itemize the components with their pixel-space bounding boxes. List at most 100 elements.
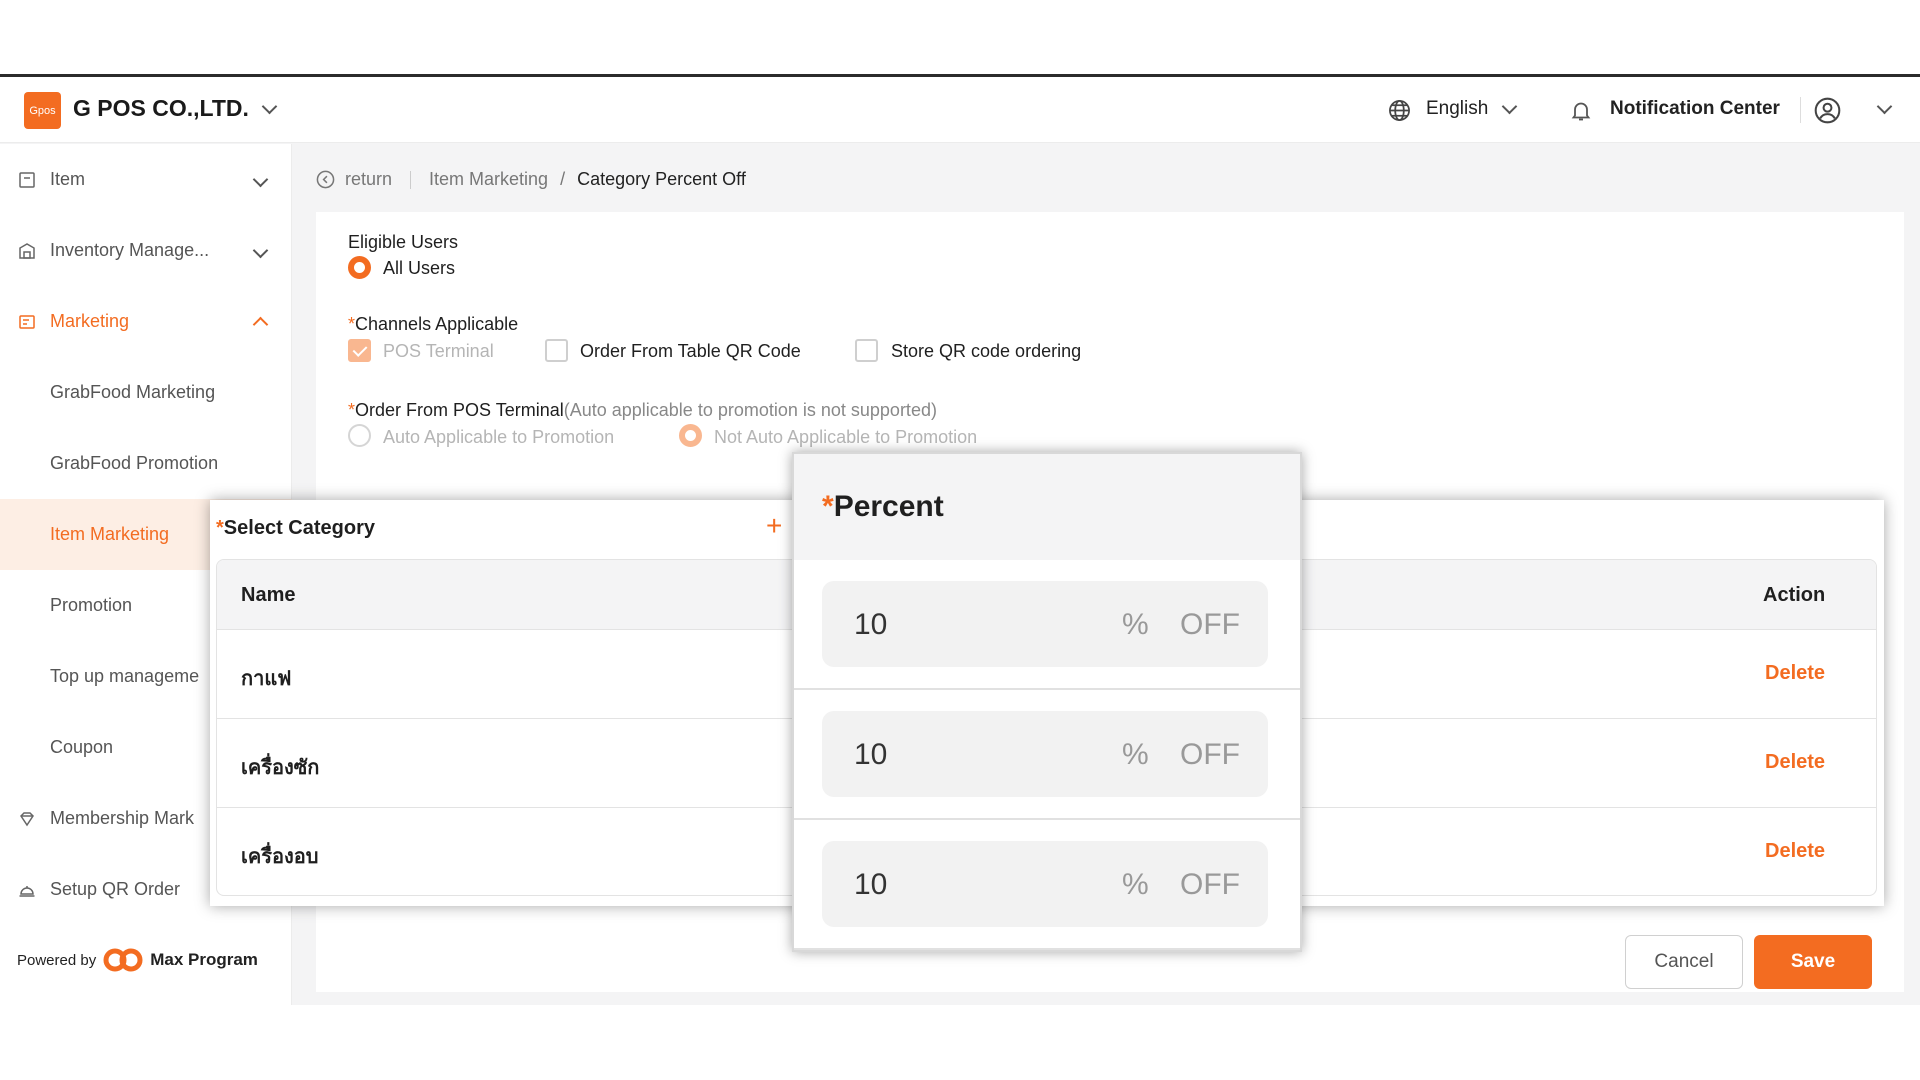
sidebar-item-inventory[interactable]: Inventory Manage... xyxy=(0,215,292,286)
percent-panel: *Percent 10 % OFF 10 % OFF 10 % OFF xyxy=(792,452,1302,952)
table-qr-checkbox[interactable] xyxy=(545,339,568,362)
ticket-icon xyxy=(19,314,35,329)
auto-applicable-radio[interactable] xyxy=(348,424,371,447)
top-header: Gpos G POS CO.,LTD. English Notification… xyxy=(0,77,1920,143)
store-qr-label: Store QR code ordering xyxy=(891,341,1082,361)
powered-by: Powered by Max Program xyxy=(17,946,258,974)
globe-icon[interactable] xyxy=(1388,99,1411,122)
app-window: Gpos G POS CO.,LTD. English Notification… xyxy=(0,77,1920,1005)
select-category-title: *Select Category xyxy=(216,517,375,540)
sidebar-item-label: GrabFood Promotion xyxy=(50,453,219,473)
category-name: กาแฟ xyxy=(241,668,292,690)
percent-row: 10 % OFF xyxy=(794,690,1300,820)
company-name[interactable]: G POS CO.,LTD. xyxy=(73,95,249,122)
sidebar-item-label: Item Marketing xyxy=(50,524,170,544)
gem-icon xyxy=(20,811,34,826)
category-name: เครื่องอบ xyxy=(241,846,319,868)
sidebar-item-label: Setup QR Order xyxy=(50,879,181,899)
column-header-action: Action xyxy=(1763,584,1826,606)
not-auto-applicable-radio[interactable] xyxy=(679,424,702,447)
breadcrumb-parent[interactable]: Item Marketing xyxy=(429,169,548,190)
powered-by-label: Powered by xyxy=(17,951,97,969)
chevron-down-icon xyxy=(252,242,269,259)
company-logo[interactable]: Gpos xyxy=(24,92,61,129)
cancel-button[interactable]: Cancel xyxy=(1625,935,1743,989)
channels-label-text: Channels Applicable xyxy=(355,314,519,334)
save-button[interactable]: Save xyxy=(1754,935,1872,989)
sidebar-item-marketing[interactable]: Marketing xyxy=(0,286,292,357)
sidebar-item-item[interactable]: Item xyxy=(0,144,292,215)
delete-link[interactable]: Delete xyxy=(1765,662,1825,685)
document-icon xyxy=(19,171,35,188)
percent-input[interactable]: 10 % OFF xyxy=(822,841,1268,927)
percent-suffix: OFF xyxy=(1180,738,1240,771)
warehouse-icon xyxy=(19,242,35,259)
user-avatar-icon[interactable] xyxy=(1814,97,1841,124)
pos-terminal-label: POS Terminal xyxy=(383,341,494,361)
sidebar-item-label: Coupon xyxy=(50,737,114,757)
pos-terminal-checkbox[interactable] xyxy=(348,339,371,362)
breadcrumb-divider xyxy=(410,170,412,189)
sidebar-item-grabfood-marketing[interactable]: GrabFood Marketing xyxy=(0,357,292,428)
delete-link[interactable]: Delete xyxy=(1765,840,1825,863)
percent-unit: % xyxy=(1122,608,1149,641)
sidebar-item-label: Marketing xyxy=(50,311,130,331)
max-program-logo-icon xyxy=(103,948,143,972)
table-qr-label: Order From Table QR Code xyxy=(580,341,801,361)
auto-applicable-label: Auto Applicable to Promotion xyxy=(383,427,615,447)
required-mark: * xyxy=(348,314,356,334)
pos-order-label: *Order From POS Terminal(Auto applicable… xyxy=(348,400,937,421)
percent-value: 10 xyxy=(854,608,888,641)
sidebar-item-label: Top up manageme xyxy=(50,666,200,686)
percent-header: *Percent xyxy=(794,454,1300,560)
all-users-radio[interactable] xyxy=(348,256,371,279)
language-selector[interactable]: English xyxy=(1426,98,1488,120)
eligible-users-label: Eligible Users xyxy=(348,232,459,252)
percent-suffix: OFF xyxy=(1180,868,1240,901)
select-category-title-text: Select Category xyxy=(223,517,375,539)
all-users-label: All Users xyxy=(383,258,456,278)
breadcrumb-separator: / xyxy=(560,169,566,189)
percent-input[interactable]: 10 % OFF xyxy=(822,581,1268,667)
percent-row: 10 % OFF xyxy=(794,820,1300,950)
add-category-icon[interactable]: + xyxy=(766,510,782,542)
percent-unit: % xyxy=(1122,868,1149,901)
required-mark: * xyxy=(216,517,224,539)
sidebar-item-label: Item xyxy=(50,169,86,189)
store-qr-checkbox[interactable] xyxy=(855,339,878,362)
chevron-down-icon[interactable] xyxy=(261,98,278,115)
required-mark: * xyxy=(348,400,356,420)
percent-row: 10 % OFF xyxy=(794,560,1300,690)
powered-by-brand: Max Program xyxy=(150,950,258,969)
sidebar-item-grabfood-promotion[interactable]: GrabFood Promotion xyxy=(0,428,292,499)
cloche-icon xyxy=(19,885,35,897)
percent-title: *Percent xyxy=(822,490,944,524)
channels-label: *Channels Applicable xyxy=(348,314,518,335)
notification-center-link[interactable]: Notification Center xyxy=(1610,98,1780,120)
sidebar-item-label: Promotion xyxy=(50,595,133,615)
percent-unit: % xyxy=(1122,738,1149,771)
percent-suffix: OFF xyxy=(1180,608,1240,641)
screenshot-frame: Gpos G POS CO.,LTD. English Notification… xyxy=(0,0,1920,1080)
delete-link[interactable]: Delete xyxy=(1765,751,1825,774)
sidebar-item-label: Membership Mark xyxy=(50,808,195,828)
sidebar-item-label: Inventory Manage... xyxy=(50,240,210,260)
percent-title-text: Percent xyxy=(833,490,944,523)
sidebar-item-label: GrabFood Marketing xyxy=(50,382,216,402)
percent-input[interactable]: 10 % OFF xyxy=(822,711,1268,797)
back-circle-icon[interactable] xyxy=(316,170,335,189)
chevron-down-icon[interactable] xyxy=(1876,98,1893,115)
required-mark: * xyxy=(822,490,834,523)
category-name: เครื่องซัก xyxy=(241,757,320,779)
breadcrumb-current: Category Percent Off xyxy=(577,169,746,189)
chevron-up-icon xyxy=(252,316,269,333)
pos-order-label-text: Order From POS Terminal xyxy=(355,400,564,420)
not-auto-applicable-label: Not Auto Applicable to Promotion xyxy=(714,427,978,447)
bell-icon[interactable] xyxy=(1569,98,1593,123)
breadcrumb: return Item Marketing / Category Percent… xyxy=(316,169,746,190)
chevron-down-icon[interactable] xyxy=(1501,98,1518,115)
return-link[interactable]: return xyxy=(345,169,392,190)
percent-value: 10 xyxy=(854,738,888,771)
column-header-name: Name xyxy=(241,584,296,606)
chevron-down-icon xyxy=(252,171,269,188)
